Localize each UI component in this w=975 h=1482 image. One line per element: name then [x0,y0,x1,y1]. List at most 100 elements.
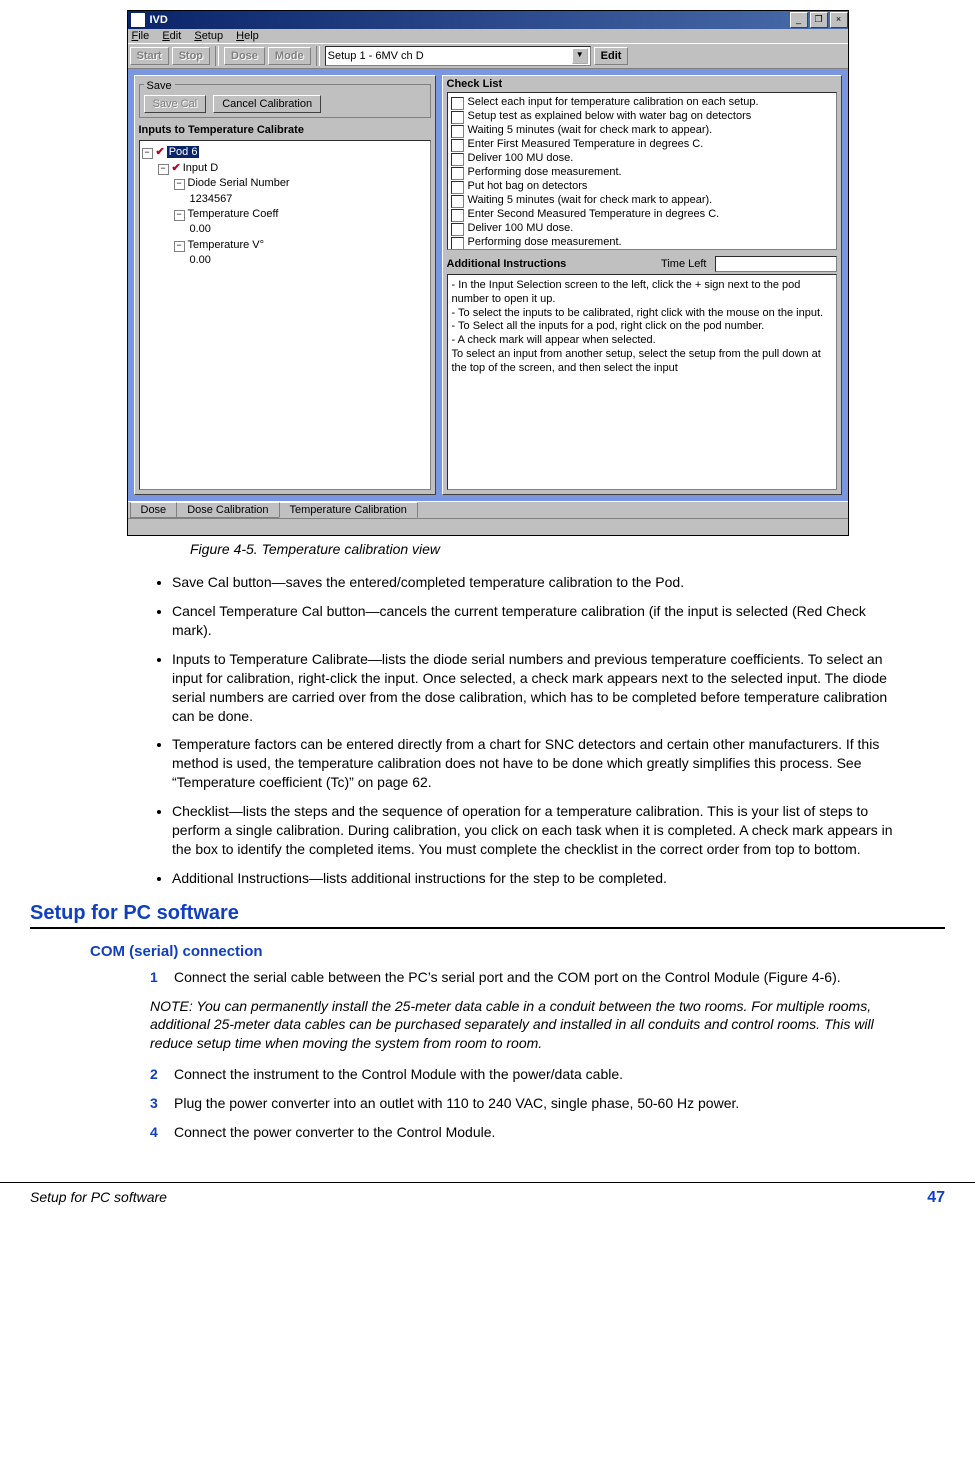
instruction-line: - To select the inputs to be calibrated,… [452,307,832,321]
minimize-button[interactable]: _ [790,12,808,28]
tree-dsn-value: 1234567 [190,193,233,205]
checkbox[interactable] [451,97,464,110]
page-number: 47 [927,1189,945,1207]
checkbox[interactable] [451,209,464,222]
additional-instructions-label: Additional Instructions [447,258,567,270]
start-button[interactable]: Start [130,47,169,65]
tree-tc-value: 0.00 [190,223,211,235]
tree-input[interactable]: Input D [183,162,218,174]
menu-setup[interactable]: Setup [194,30,223,42]
tab-dose[interactable]: Dose [130,502,178,518]
left-panel: Save Save Cal Cancel Calibration Inputs … [134,75,436,495]
bullet-item: Checklist—lists the steps and the sequen… [172,802,905,859]
bullet-item: Save Cal button—saves the entered/comple… [172,573,905,592]
checklist-item: Performing dose measurement. [468,236,622,250]
bullet-list: Save Cal button—saves the entered/comple… [150,573,905,887]
checklist-item: Waiting 5 minutes (wait for check mark t… [468,124,713,138]
checkbox[interactable] [451,223,464,236]
time-left-label: Time Left [661,258,706,270]
step-number: 2 [150,1065,174,1084]
tree-tc-label[interactable]: Temperature Coeff [188,208,279,220]
bullet-item: Inputs to Temperature Calibrate—lists th… [172,650,905,726]
step-text: Plug the power converter into an outlet … [174,1094,739,1113]
bullet-item: Additional Instructions—lists additional… [172,869,905,888]
step-text: Connect the power converter to the Contr… [174,1123,495,1142]
page-footer: Setup for PC software 47 [0,1182,975,1227]
tab-temperature-calibration[interactable]: Temperature Calibration [279,502,418,518]
stop-button[interactable]: Stop [172,47,210,65]
toolbar-separator [316,46,320,66]
bullet-item: Cancel Temperature Cal button—cancels th… [172,602,905,640]
tree-pod[interactable]: Pod 6 [167,146,200,158]
instruction-line: - A check mark will appear when selected… [452,334,832,348]
instruction-line: - In the Input Selection screen to the l… [452,279,832,307]
checkbox[interactable] [451,195,464,208]
cancel-calibration-button[interactable]: Cancel Calibration [213,95,321,113]
figure-caption: Figure 4-5. Temperature calibration view [190,541,945,557]
save-cal-button[interactable]: Save Cal [144,95,207,113]
maximize-button[interactable]: ❐ [810,12,828,28]
menubar: File Edit Setup Help [128,29,848,43]
checkbox[interactable] [451,237,464,250]
checklist-item: Performing dose measurement. [468,166,622,180]
inputs-header: Inputs to Temperature Calibrate [135,122,435,138]
instruction-line: To select an input from another setup, s… [452,348,832,376]
app-icon [131,13,145,27]
checklist-item: Enter Second Measured Temperature in deg… [468,208,720,222]
tab-dose-calibration[interactable]: Dose Calibration [176,502,279,518]
bottom-tabs: Dose Dose Calibration Temperature Calibr… [128,501,848,518]
mode-button[interactable]: Mode [268,47,311,65]
steps: 2Connect the instrument to the Control M… [150,1065,915,1142]
checklist-item: Deliver 100 MU dose. [468,222,574,236]
time-left-field [715,256,837,272]
titlebar: IVD _ ❐ × [128,11,848,29]
toolbar-separator [215,46,219,66]
inputs-tree[interactable]: −✔Pod 6 −✔Input D −Diode Serial Number 1… [139,140,431,490]
footer-left: Setup for PC software [30,1189,167,1207]
checklist-header: Check List [443,76,841,92]
dose-button[interactable]: Dose [224,47,265,65]
checkbox[interactable] [451,153,464,166]
menu-file[interactable]: File [132,30,150,42]
save-group-legend: Save [144,80,175,92]
checklist: Select each input for temperature calibr… [447,92,837,250]
checklist-item: Setup test as explained below with water… [468,110,752,124]
section-rule [30,927,945,929]
step-text: Connect the instrument to the Control Mo… [174,1065,623,1084]
checklist-item: Select each input for temperature calibr… [468,96,759,110]
toolbar: Start Stop Dose Mode Setup 1 - 6MV ch D … [128,43,848,69]
section-heading: Setup for PC software [30,902,945,925]
step-text: Connect the serial cable between the PC’… [174,968,841,987]
client-area: Save Save Cal Cancel Calibration Inputs … [128,69,848,501]
checkbox[interactable] [451,181,464,194]
tree-dsn-label[interactable]: Diode Serial Number [188,177,290,189]
menu-edit[interactable]: Edit [162,30,181,42]
step-number: 1 [150,968,174,987]
steps: 1Connect the serial cable between the PC… [150,968,915,987]
step-number: 3 [150,1094,174,1113]
tree-tv-label[interactable]: Temperature V° [188,239,265,251]
app-window: IVD _ ❐ × File Edit Setup Help Start Sto… [127,10,849,536]
checklist-item: Deliver 100 MU dose. [468,152,574,166]
setup-combo[interactable]: Setup 1 - 6MV ch D ▼ [325,46,591,66]
step-number: 4 [150,1123,174,1142]
close-button[interactable]: × [830,12,848,28]
edit-button[interactable]: Edit [594,47,629,65]
checkbox[interactable] [451,167,464,180]
checkbox[interactable] [451,139,464,152]
setup-combo-value: Setup 1 - 6MV ch D [328,50,572,62]
checklist-item: Waiting 5 minutes (wait for check mark t… [468,194,713,208]
menu-help[interactable]: Help [236,30,259,42]
bullet-item: Temperature factors can be entered direc… [172,735,905,792]
checklist-item: Enter First Measured Temperature in degr… [468,138,704,152]
instruction-line: - To Select all the inputs for a pod, ri… [452,320,832,334]
checkbox[interactable] [451,111,464,124]
checklist-item: Put hot bag on detectors [468,180,588,194]
checkbox[interactable] [451,125,464,138]
chevron-down-icon[interactable]: ▼ [572,48,588,64]
tree-tv-value: 0.00 [190,254,211,266]
statusbar [128,518,848,535]
additional-instructions-header-row: Additional Instructions Time Left [443,254,841,274]
note-text: NOTE: You can permanently install the 25… [150,997,915,1054]
window-title: IVD [148,14,788,26]
